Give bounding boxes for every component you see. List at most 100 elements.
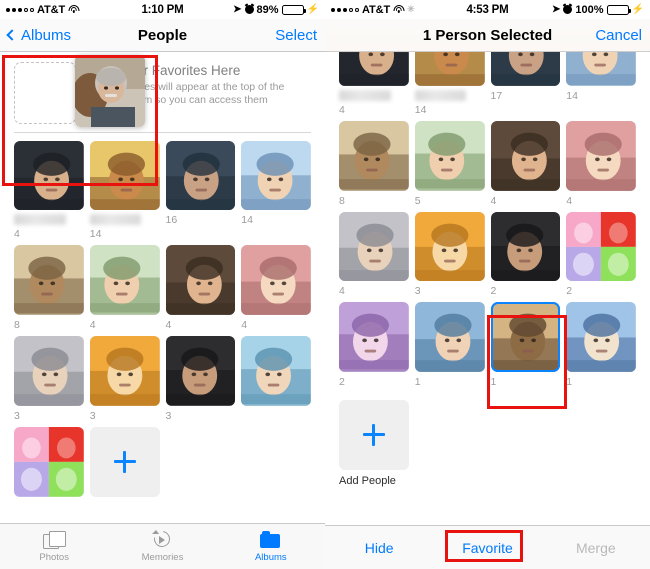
person-cell[interactable]: 8 (339, 120, 409, 207)
person-thumbnail[interactable] (339, 211, 409, 282)
location-arrow-icon: ➤ (233, 4, 242, 15)
person-thumbnail[interactable] (566, 52, 636, 86)
person-thumbnail[interactable] (241, 245, 311, 315)
person-cell[interactable]: 4 (566, 120, 636, 207)
memories-icon (150, 527, 174, 551)
person-cell[interactable]: 14 (241, 140, 311, 241)
person-cell[interactable]: 4 (241, 245, 311, 331)
back-to-albums-button[interactable]: Albums (6, 27, 138, 44)
person-photo-count: 17 (490, 89, 503, 102)
person-photo-count: 4 (339, 103, 345, 116)
add-people-button[interactable] (89, 426, 160, 501)
person-cell[interactable]: 14 (566, 52, 636, 116)
carrier-label: AT&T (37, 3, 66, 16)
person-cell[interactable] (14, 426, 84, 501)
person-thumbnail[interactable] (566, 302, 636, 372)
person-thumbnail[interactable] (241, 336, 311, 406)
dragged-person-thumbnail[interactable] (75, 55, 145, 127)
plus-icon (113, 450, 136, 473)
person-cell[interactable]: 2 (339, 302, 409, 388)
person-photo-count: 4 (165, 319, 172, 331)
person-thumbnail[interactable] (490, 211, 561, 282)
person-cell[interactable]: 3 (89, 336, 160, 422)
select-button[interactable]: Select (187, 27, 317, 44)
person-thumbnail[interactable] (339, 120, 409, 191)
person-thumbnail[interactable] (14, 245, 84, 315)
person-name-redacted (89, 214, 142, 226)
person-cell[interactable]: 16 (165, 140, 236, 241)
person-thumbnail[interactable] (89, 336, 160, 406)
person-cell[interactable]: 3 (165, 336, 236, 422)
person-cell[interactable]: 5 (414, 120, 485, 207)
photos-icon (43, 530, 67, 549)
tab-albums-label: Albums (254, 551, 287, 563)
right-content-scroll[interactable]: 4 14 17 14 8 5 4 4 4 3 2 2 2 1 1 1 Add P… (325, 52, 650, 525)
wifi-icon (393, 5, 405, 14)
person-thumbnail[interactable] (414, 302, 485, 372)
hide-button[interactable]: Hide (325, 540, 433, 556)
person-photo-count: 16 (165, 214, 178, 227)
person-photo-count: 1 (566, 376, 573, 388)
person-cell[interactable] (241, 336, 311, 422)
add-people-tile[interactable] (339, 400, 409, 470)
favorites-drop-target[interactable] (14, 62, 76, 124)
person-thumbnail[interactable] (339, 302, 409, 372)
person-photo-count: 4 (566, 194, 573, 207)
add-people-tile[interactable] (89, 426, 160, 497)
person-cell[interactable]: 2 (490, 211, 561, 297)
person-thumbnail[interactable] (89, 245, 160, 315)
left-people-grid: 4 14 16 14 8 4 4 4 3 3 3 (10, 133, 315, 501)
add-people-button[interactable]: Add People (339, 400, 409, 487)
person-cell[interactable]: 2 (566, 211, 636, 297)
person-cell[interactable]: 4 (339, 52, 409, 116)
person-thumbnail[interactable] (414, 211, 485, 282)
person-thumbnail[interactable] (566, 120, 636, 191)
person-thumbnail[interactable] (241, 140, 311, 211)
person-cell[interactable]: 3 (14, 336, 84, 422)
person-photo-count: 3 (89, 409, 96, 422)
clock-label: 4:53 PM (466, 3, 509, 16)
person-cell[interactable]: 4 (89, 245, 160, 331)
person-cell[interactable]: 1 (490, 302, 561, 388)
person-thumbnail[interactable] (165, 140, 236, 211)
person-cell[interactable]: 4 (339, 211, 409, 297)
location-arrow-icon: ➤ (552, 4, 561, 15)
person-thumbnail[interactable] (165, 336, 236, 406)
person-thumbnail-selected[interactable] (490, 302, 561, 372)
person-thumbnail[interactable] (165, 245, 236, 315)
person-thumbnail[interactable] (14, 140, 84, 211)
person-cell[interactable]: 17 (490, 52, 561, 116)
person-thumbnail[interactable] (566, 211, 636, 282)
selection-title: 1 Person Selected (422, 26, 553, 44)
person-thumbnail[interactable] (490, 120, 561, 191)
person-thumbnail[interactable] (14, 426, 84, 497)
wifi-icon (68, 5, 80, 14)
alarm-clock-icon (563, 5, 573, 14)
signal-strength-icon (6, 7, 34, 12)
person-cell[interactable]: 1 (566, 302, 636, 388)
cancel-button[interactable]: Cancel (552, 27, 642, 44)
person-cell[interactable]: 8 (14, 245, 84, 331)
person-thumbnail[interactable] (414, 120, 485, 191)
person-cell[interactable]: 4 (165, 245, 236, 331)
person-thumbnail[interactable] (414, 52, 485, 86)
favorite-button[interactable]: Favorite (433, 540, 541, 556)
person-cell[interactable]: 3 (414, 211, 485, 297)
person-cell[interactable]: 4 (490, 120, 561, 207)
person-cell[interactable]: 1 (414, 302, 485, 388)
person-cell[interactable]: 4 (14, 140, 84, 240)
person-cell[interactable]: 14 (414, 52, 485, 116)
person-photo-count: 2 (339, 376, 345, 388)
left-content-scroll[interactable]: Drag Your Favorites Here Your Favorites … (0, 52, 325, 523)
person-cell[interactable]: 14 (89, 140, 160, 240)
battery-icon (606, 4, 631, 15)
tab-photos[interactable]: Photos (0, 524, 108, 569)
person-thumbnail[interactable] (14, 336, 84, 406)
person-thumbnail[interactable] (89, 140, 160, 211)
person-thumbnail[interactable] (339, 52, 409, 86)
person-photo-count: 5 (414, 194, 421, 207)
tab-albums[interactable]: Albums (217, 524, 325, 569)
lightning-bolt-icon: ⚡ (631, 4, 644, 15)
person-thumbnail[interactable] (490, 52, 561, 86)
tab-memories[interactable]: Memories (108, 524, 216, 569)
